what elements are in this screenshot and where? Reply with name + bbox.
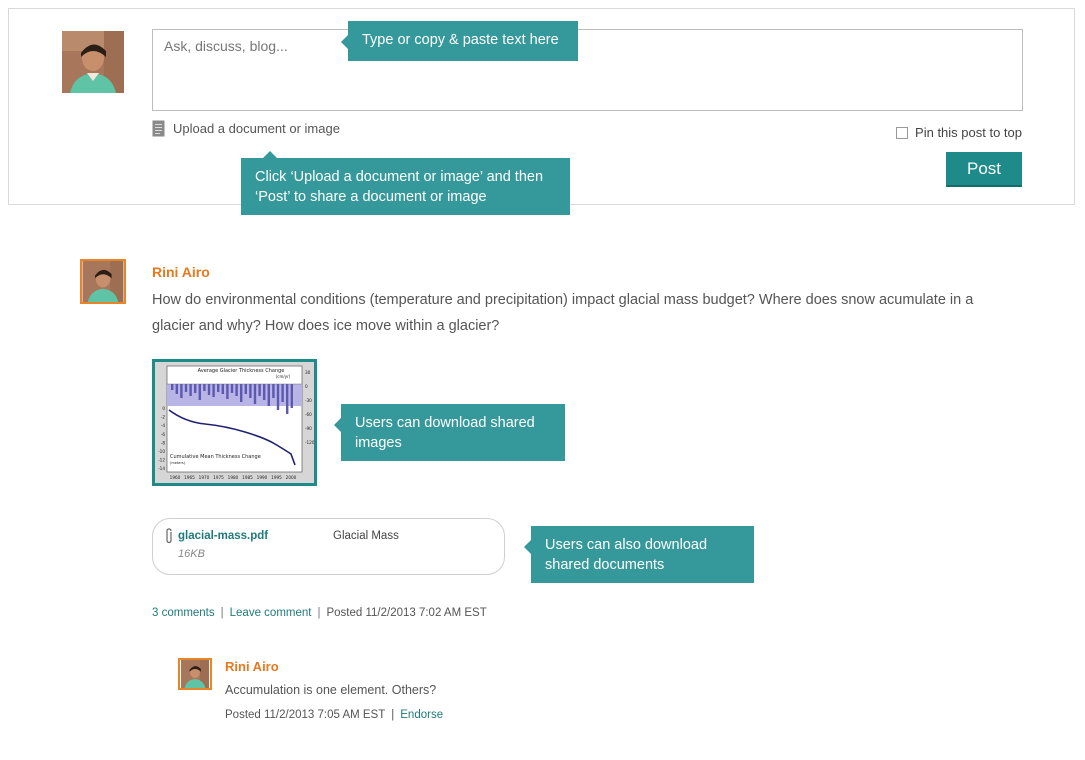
upload-tooltip: Click ‘Upload a document or image’ and t… (241, 151, 570, 215)
chart-bar (175, 384, 178, 394)
chart-left-tick: -12 (158, 458, 165, 463)
post-button[interactable]: Post (946, 152, 1022, 185)
attachment-size: 16KB (178, 548, 205, 560)
chart-bar (230, 384, 234, 393)
chart-bar (203, 384, 206, 391)
chart-lower-unit: (meters) (170, 461, 186, 465)
chart-bar (217, 384, 220, 392)
chart-bar (171, 384, 174, 390)
current-user-avatar (62, 31, 124, 93)
chart-left-tick: -14 (158, 466, 165, 471)
chart-bar (240, 384, 243, 402)
post-body: How do environmental conditions (tempera… (152, 292, 974, 334)
post-text-input[interactable] (152, 29, 1023, 111)
glacier-chart-image: Average Glacier Thickness Change (cm/yr)… (155, 362, 314, 483)
endorse-link[interactable]: Endorse (400, 709, 443, 721)
chart-left-tick: -2 (161, 415, 166, 420)
chart-right-tick: 30 (305, 370, 311, 375)
pin-label: Pin this post to top (915, 125, 1022, 140)
chart-bar (272, 384, 275, 398)
reply-separator: | (391, 709, 395, 721)
shared-image-thumbnail[interactable]: Average Glacier Thickness Change (cm/yr)… (152, 359, 317, 486)
chart-bar (194, 384, 197, 393)
chart-x-tick: 1995 (271, 475, 282, 480)
chart-x-tick: 1980 (228, 475, 239, 480)
chart-bar (184, 384, 188, 392)
chart-left-tick: -8 (161, 440, 166, 445)
chart-top-title: Average Glacier Thickness Change (198, 368, 285, 374)
chart-bar (235, 384, 238, 396)
chart-bar (290, 384, 293, 408)
upload-document-link[interactable]: Upload a document or image (152, 120, 340, 137)
meta-separator: | (317, 607, 321, 619)
chart-bar (221, 384, 224, 394)
chart-bar (253, 384, 257, 404)
reply-body: Accumulation is one element. Others? (225, 683, 437, 697)
chart-bar (263, 384, 266, 400)
pin-checkbox[interactable] (896, 126, 909, 139)
chart-bar (281, 384, 284, 402)
chart-right-tick: -120 (305, 440, 314, 445)
attachment-title: Glacial Mass (333, 530, 399, 542)
chart-bar (180, 384, 183, 398)
post-author-name[interactable]: Rini Airo (152, 264, 210, 280)
chart-left-tick: -6 (161, 432, 166, 437)
paperclip-icon (166, 528, 172, 544)
document-download-tooltip: Users can also download shared documents (524, 526, 754, 583)
chart-x-tick: 1990 (257, 475, 268, 480)
chart-bar (244, 384, 247, 394)
post-timestamp: Posted 11/2/2013 7:02 AM EST (326, 607, 487, 619)
chart-left-tick: -4 (161, 423, 166, 428)
chart-bar (286, 384, 289, 414)
chart-top-unit: (cm/yr) (276, 374, 291, 379)
image-download-tooltip: Users can download shared images (334, 404, 565, 461)
chart-x-tick: 1965 (184, 475, 195, 480)
post-meta: 3 comments | Leave comment | Posted 11/2… (152, 607, 487, 619)
chart-left-tick: 0 (162, 406, 165, 411)
reply-author-name[interactable]: Rini Airo (225, 659, 279, 674)
chart-bar (276, 384, 280, 410)
chart-bar (258, 384, 261, 396)
document-icon (152, 120, 165, 137)
chart-bar (207, 384, 211, 395)
chart-x-tick: 1960 (170, 475, 181, 480)
chart-bar (198, 384, 201, 400)
chart-bar (267, 384, 270, 406)
chart-right-tick: -90 (305, 426, 312, 431)
input-tooltip: Type or copy & paste text here (341, 21, 578, 61)
post-author-avatar[interactable] (80, 259, 126, 304)
chart-left-tick: -10 (158, 449, 165, 454)
document-attachment: glacial-mass.pdf 16KB Glacial Mass (152, 518, 505, 575)
reply-author-avatar[interactable] (178, 658, 212, 690)
chart-x-tick: 1975 (213, 475, 224, 480)
reply-meta: Posted 11/2/2013 7:05 AM EST | Endorse (225, 709, 443, 721)
chart-lower-title: Cumulative Mean Thickness Change (170, 454, 261, 460)
leave-comment-link[interactable]: Leave comment (230, 607, 312, 619)
upload-label: Upload a document or image (173, 121, 340, 136)
meta-separator: | (220, 607, 224, 619)
chart-bar (189, 384, 192, 396)
attachment-filename-link[interactable]: glacial-mass.pdf (178, 530, 268, 542)
chart-x-tick: 1970 (199, 475, 210, 480)
pin-post-option[interactable]: Pin this post to top (896, 125, 1022, 140)
chart-bar (212, 384, 215, 397)
chart-x-tick: 2000 (286, 475, 297, 480)
reply-timestamp: Posted 11/2/2013 7:05 AM EST (225, 709, 386, 721)
chart-right-tick: -60 (305, 412, 312, 417)
chart-x-tick: 1985 (242, 475, 253, 480)
chart-right-tick: -30 (305, 398, 312, 403)
chart-bar (249, 384, 252, 398)
chart-right-tick: 0 (305, 384, 308, 389)
comments-count-link[interactable]: 3 comments (152, 607, 215, 619)
chart-bar (226, 384, 229, 399)
